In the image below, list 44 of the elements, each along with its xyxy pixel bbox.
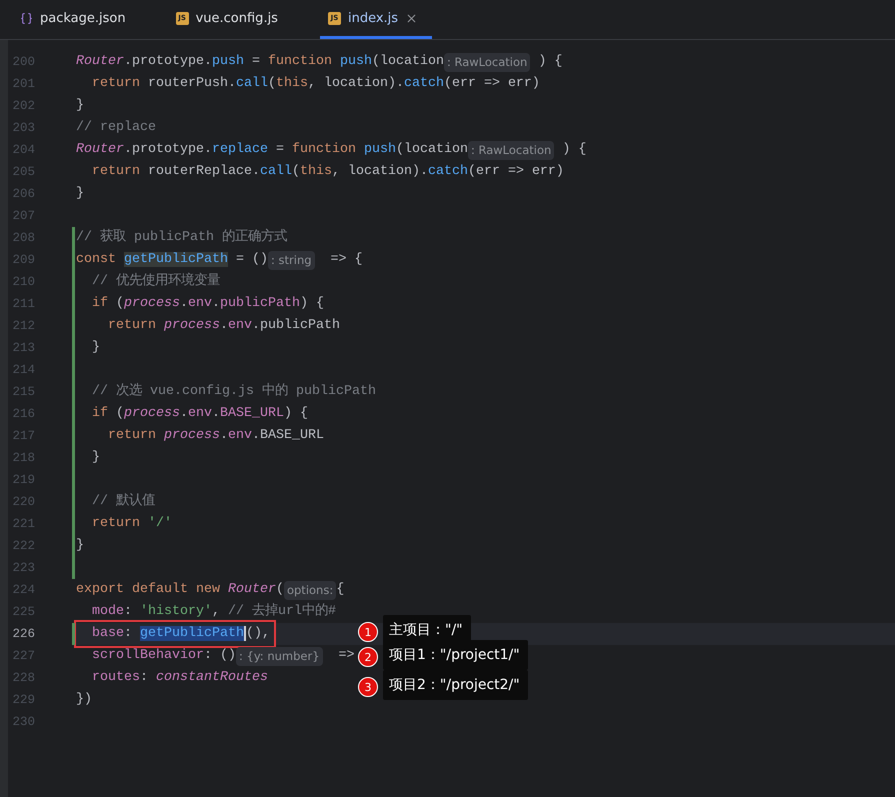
code-text: return process.env.BASE_URL — [106, 427, 324, 445]
code-text: { — [336, 581, 344, 599]
file-tab[interactable]: package.json — [12, 0, 140, 39]
close-icon[interactable] — [405, 12, 418, 24]
code-text: }) — [76, 691, 92, 709]
type-hint: : {y: number} — [236, 646, 323, 666]
type-hint: : RawLocation — [468, 140, 554, 160]
code-text: Router.prototype.push = function push(location — [76, 53, 444, 71]
type-hint: options: — [284, 580, 336, 600]
code-text: } — [76, 185, 84, 203]
code-text: ) { — [561, 141, 586, 159]
code-text: Router.prototype.replace = function push(location — [76, 141, 468, 159]
number-badge: 3 — [358, 677, 378, 697]
type-hint: : string — [268, 250, 315, 270]
braces-icon — [20, 12, 33, 24]
code-text: routes: constantRoutes — [90, 669, 268, 687]
code-text: // 次选 vue.config.js 中的 publicPath — [90, 382, 376, 401]
code-text: return routerPush.call(this, location).catch(err => err) — [90, 75, 540, 93]
code-text: // 优先使用环境变量 — [90, 272, 220, 291]
code-text: // replace — [76, 119, 156, 137]
callout-tooltip: 项目2："/project2/" — [383, 670, 528, 700]
code-text: return routerReplace.call(this, location).catch(err => err) — [90, 163, 564, 181]
code-text: scrollBehavior: () — [90, 647, 236, 665]
code-text: // 默认值 — [90, 492, 155, 511]
code-text: } — [76, 537, 84, 555]
code-text: mode: 'history', // 去掉url中的# — [90, 602, 336, 621]
line-number: 226 — [11, 626, 35, 643]
type-hint: : RawLocation — [444, 52, 530, 72]
callout-tooltip: 项目1："/project1/" — [383, 640, 528, 670]
code-text: } — [90, 449, 100, 467]
code-text: const getPublicPath = () — [76, 251, 268, 269]
code-text: return process.env.publicPath — [106, 317, 340, 335]
code-text: } — [76, 97, 84, 115]
code-text: } — [90, 339, 100, 357]
code-text: // 获取 publicPath 的正确方式 — [76, 228, 287, 247]
code-text: export default new Router( — [76, 581, 284, 599]
code-text: if (process.env.publicPath) { — [90, 295, 324, 313]
number-badge: 2 — [358, 647, 378, 667]
code-text: base: getPublicPath(), — [90, 625, 270, 643]
code-text: => { — [330, 251, 363, 269]
code-text: => — [338, 647, 355, 665]
code-text: return '/' — [90, 515, 172, 533]
code-text: ) { — [537, 53, 562, 71]
code-text: if (process.env.BASE_URL) { — [90, 405, 308, 423]
